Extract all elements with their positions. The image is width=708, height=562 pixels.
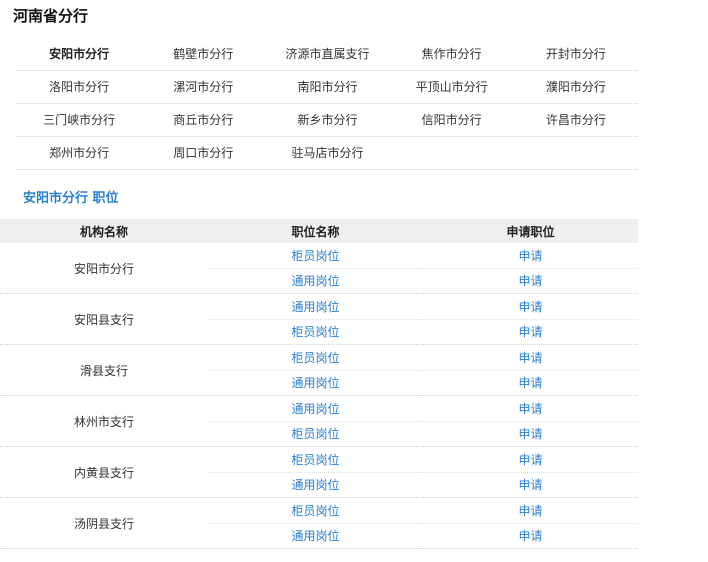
branch-link[interactable]: 开封市分行 xyxy=(514,38,638,70)
branch-link[interactable]: 濮阳市分行 xyxy=(514,71,638,103)
position-table: 机构名称 职位名称 申请职位 安阳市分行 柜员岗位 申请 通用岗位 申请 安阳县支行 通用岗… xyxy=(0,219,638,549)
branch-link[interactable]: 许昌市分行 xyxy=(514,104,638,136)
branch-link[interactable]: 信阳市分行 xyxy=(390,104,514,136)
branch-grid: 安阳市分行 鹤壁市分行 济源市直属支行 焦作市分行 开封市分行 洛阳市分行 漯河市分行 南阳市… xyxy=(17,38,638,170)
header-apply: 申请职位 xyxy=(423,219,638,243)
table-header-row: 机构名称 职位名称 申请职位 xyxy=(0,219,638,243)
position-link[interactable]: 通用岗位 xyxy=(208,370,423,396)
header-position: 职位名称 xyxy=(208,219,423,243)
table-body: 安阳市分行 柜员岗位 申请 通用岗位 申请 安阳县支行 通用岗位 申请 柜员岗位 申请 滑县支行 柜员… xyxy=(0,243,638,549)
branch-link[interactable]: 驻马店市分行 xyxy=(265,137,389,169)
apply-link[interactable]: 申请 xyxy=(423,446,638,473)
apply-link[interactable]: 申请 xyxy=(423,268,638,294)
apply-link[interactable]: 申请 xyxy=(423,472,638,498)
branch-link[interactable]: 焦作市分行 xyxy=(390,38,514,70)
org-name-cell: 滑县支行 xyxy=(0,344,208,396)
apply-link[interactable]: 申请 xyxy=(423,370,638,396)
apply-link[interactable]: 申请 xyxy=(423,395,638,422)
branch-link[interactable]: 洛阳市分行 xyxy=(17,71,141,103)
apply-link[interactable]: 申请 xyxy=(423,523,638,549)
org-name-cell: 林州市支行 xyxy=(0,395,208,447)
position-link[interactable]: 柜员岗位 xyxy=(208,319,423,345)
apply-link[interactable]: 申请 xyxy=(423,319,638,345)
branch-link[interactable]: 周口市分行 xyxy=(141,137,265,169)
table-row: 内黄县支行 柜员岗位 申请 xyxy=(0,446,638,498)
branch-row: 洛阳市分行 漯河市分行 南阳市分行 平顶山市分行 濮阳市分行 xyxy=(17,71,638,104)
branch-link[interactable]: 鹤壁市分行 xyxy=(141,38,265,70)
section-title: 安阳市分行 职位 xyxy=(23,191,119,206)
position-link[interactable]: 通用岗位 xyxy=(208,472,423,498)
branch-link[interactable]: 漯河市分行 xyxy=(141,71,265,103)
apply-link[interactable]: 申请 xyxy=(423,243,638,269)
position-link[interactable]: 柜员岗位 xyxy=(208,243,423,269)
table-row: 滑县支行 柜员岗位 申请 xyxy=(0,344,638,396)
org-name-cell: 安阳市分行 xyxy=(0,243,208,294)
position-link[interactable]: 通用岗位 xyxy=(208,293,423,320)
branch-link[interactable]: 郑州市分行 xyxy=(17,137,141,169)
org-name-cell: 内黄县支行 xyxy=(0,446,208,498)
branch-row: 郑州市分行 周口市分行 驻马店市分行 xyxy=(17,137,638,170)
branch-row: 安阳市分行 鹤壁市分行 济源市直属支行 焦作市分行 开封市分行 xyxy=(17,38,638,71)
position-link[interactable]: 通用岗位 xyxy=(208,395,423,422)
branch-link[interactable]: 南阳市分行 xyxy=(265,71,389,103)
branch-link[interactable]: 济源市直属支行 xyxy=(265,38,389,70)
branch-link[interactable]: 新乡市分行 xyxy=(265,104,389,136)
apply-link[interactable]: 申请 xyxy=(423,421,638,447)
branch-link[interactable]: 平顶山市分行 xyxy=(390,71,514,103)
table-row: 林州市支行 通用岗位 申请 xyxy=(0,395,638,447)
position-link[interactable]: 柜员岗位 xyxy=(208,446,423,473)
position-link[interactable]: 通用岗位 xyxy=(208,523,423,549)
org-name-cell: 安阳县支行 xyxy=(0,293,208,345)
apply-link[interactable]: 申请 xyxy=(423,497,638,524)
branch-link[interactable]: 三门峡市分行 xyxy=(17,104,141,136)
header-org: 机构名称 xyxy=(0,219,208,243)
org-name-cell: 汤阴县支行 xyxy=(0,497,208,549)
position-link[interactable]: 柜员岗位 xyxy=(208,497,423,524)
branch-link[interactable]: 商丘市分行 xyxy=(141,104,265,136)
apply-link[interactable]: 申请 xyxy=(423,344,638,371)
apply-link[interactable]: 申请 xyxy=(423,293,638,320)
province-title: 河南省分行 xyxy=(13,7,89,25)
position-link[interactable]: 柜员岗位 xyxy=(208,344,423,371)
table-row: 汤阴县支行 柜员岗位 申请 xyxy=(0,497,638,549)
table-row: 安阳县支行 通用岗位 申请 xyxy=(0,293,638,345)
position-link[interactable]: 柜员岗位 xyxy=(208,421,423,447)
branch-row: 三门峡市分行 商丘市分行 新乡市分行 信阳市分行 许昌市分行 xyxy=(17,104,638,137)
position-link[interactable]: 通用岗位 xyxy=(208,268,423,294)
branch-link[interactable]: 安阳市分行 xyxy=(17,38,141,70)
table-row: 安阳市分行 柜员岗位 申请 xyxy=(0,243,638,294)
